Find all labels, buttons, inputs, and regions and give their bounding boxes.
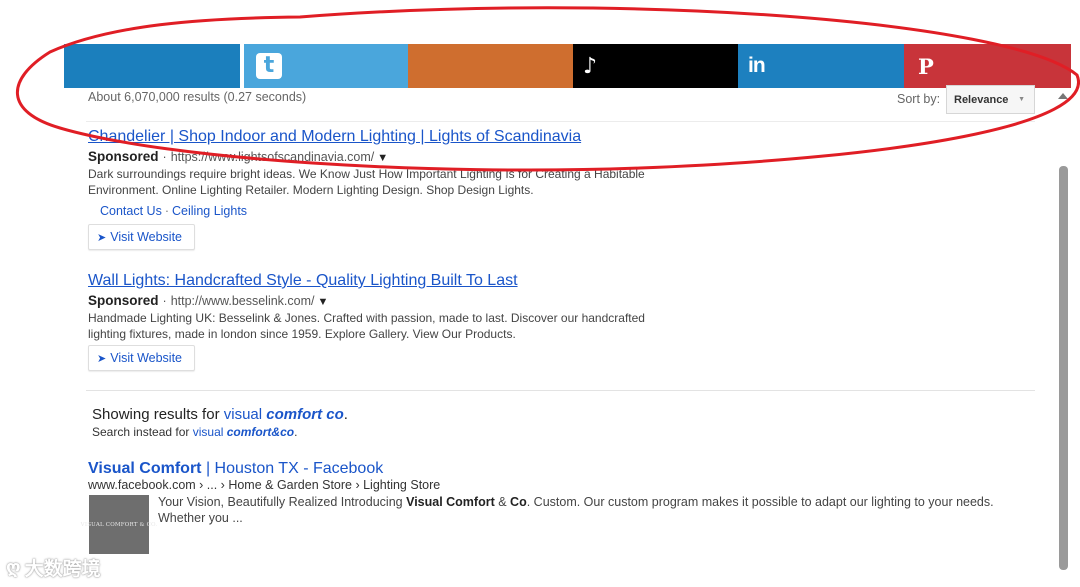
sitelink-separator: · bbox=[164, 204, 170, 218]
social-share-bar: t ♪ in P bbox=[64, 44, 1071, 88]
sponsored-label: Sponsored bbox=[88, 293, 159, 308]
arrow-right-icon: ➤ bbox=[97, 353, 107, 365]
scrollbar-thumb[interactable] bbox=[1059, 166, 1068, 570]
watermark: ღ 大数跨境 bbox=[6, 554, 101, 581]
showing-results-for: Showing results for visual comfort co. bbox=[92, 406, 348, 423]
separator-dot: · bbox=[162, 294, 167, 308]
twitter-icon: t bbox=[256, 53, 282, 79]
facebook-share-button[interactable] bbox=[64, 44, 240, 88]
result-thumbnail[interactable]: VISUAL COMFORT & CO. bbox=[81, 495, 157, 554]
chevron-down-icon: ▼ bbox=[1018, 96, 1025, 103]
watermark-logo-icon: ღ bbox=[6, 557, 21, 578]
ad-sitelinks: Contact Us · Ceiling Lights bbox=[100, 204, 247, 218]
ad-description: Handmade Lighting UK: Besselink & Jones.… bbox=[88, 311, 645, 341]
original-query-link[interactable]: visual comfort&co bbox=[193, 425, 294, 439]
visit-website-button[interactable]: ➤ Visit Website bbox=[88, 345, 195, 371]
pinterest-share-button[interactable]: P bbox=[904, 44, 1071, 88]
sort-value: Relevance bbox=[954, 94, 1009, 106]
arrow-right-icon: ➤ bbox=[97, 232, 107, 244]
ad-url[interactable]: https://www.lightsofscandinavia.com/ bbox=[171, 150, 375, 164]
ad-url[interactable]: http://www.besselink.com/ bbox=[171, 294, 315, 308]
organic-result-description: Your Vision, Beautifully Realized Introd… bbox=[158, 495, 994, 525]
dropdown-arrow-icon[interactable]: ▼ bbox=[377, 152, 388, 164]
divider bbox=[86, 390, 1035, 391]
sort-dropdown[interactable]: Relevance ▼ bbox=[946, 85, 1035, 114]
thumbnail-logo-text: VISUAL COMFORT & CO. bbox=[80, 521, 158, 528]
sort-label: Sort by: bbox=[897, 92, 941, 106]
twitter-share-button[interactable]: t bbox=[240, 44, 408, 88]
linkedin-share-button[interactable]: in bbox=[738, 44, 904, 88]
sponsored-label: Sponsored bbox=[88, 149, 159, 164]
visit-website-button[interactable]: ➤ Visit Website bbox=[88, 224, 195, 250]
organic-result-url: www.facebook.com › ... › Home & Garden S… bbox=[88, 478, 441, 492]
corrected-query-link[interactable]: visual comfort co bbox=[224, 406, 344, 423]
organic-result-title-link[interactable]: Visual Comfort | Houston TX - Facebook bbox=[88, 460, 383, 478]
tiktok-share-button[interactable]: ♪ bbox=[573, 44, 738, 88]
scroll-up-arrow-icon[interactable] bbox=[1058, 93, 1068, 99]
mix-share-button[interactable] bbox=[408, 44, 573, 88]
linkedin-icon: in bbox=[748, 54, 766, 77]
ad-sponsored-line: Sponsored · https://www.lightsofscandinavi… bbox=[88, 149, 388, 164]
showing-prefix: Showing results for bbox=[92, 406, 224, 423]
visit-website-label: Visit Website bbox=[110, 351, 183, 365]
ad-description: Dark surroundings require bright ideas. … bbox=[88, 167, 645, 197]
tiktok-icon: ♪ bbox=[583, 53, 598, 79]
pinterest-icon: P bbox=[918, 53, 934, 79]
ad-title-link[interactable]: Wall Lights: Handcrafted Style - Quality… bbox=[88, 272, 518, 290]
results-count: About 6,070,000 results (0.27 seconds) bbox=[88, 90, 307, 104]
separator-dot: · bbox=[162, 150, 167, 164]
instead-prefix: Search instead for bbox=[92, 425, 193, 439]
dropdown-arrow-icon[interactable]: ▼ bbox=[318, 296, 329, 308]
ad-sponsored-line: Sponsored · http://www.besselink.com/▼ bbox=[88, 293, 328, 308]
sitelink-ceiling-lights[interactable]: Ceiling Lights bbox=[172, 204, 247, 218]
watermark-text: 大数跨境 bbox=[24, 558, 101, 580]
search-instead-for: Search instead for visual comfort&co. bbox=[92, 425, 298, 439]
ad-title-link[interactable]: Chandelier | Shop Indoor and Modern Ligh… bbox=[88, 128, 581, 146]
sitelink-contact-us[interactable]: Contact Us bbox=[100, 204, 162, 218]
visit-website-label: Visit Website bbox=[110, 230, 183, 244]
divider bbox=[86, 121, 1035, 122]
